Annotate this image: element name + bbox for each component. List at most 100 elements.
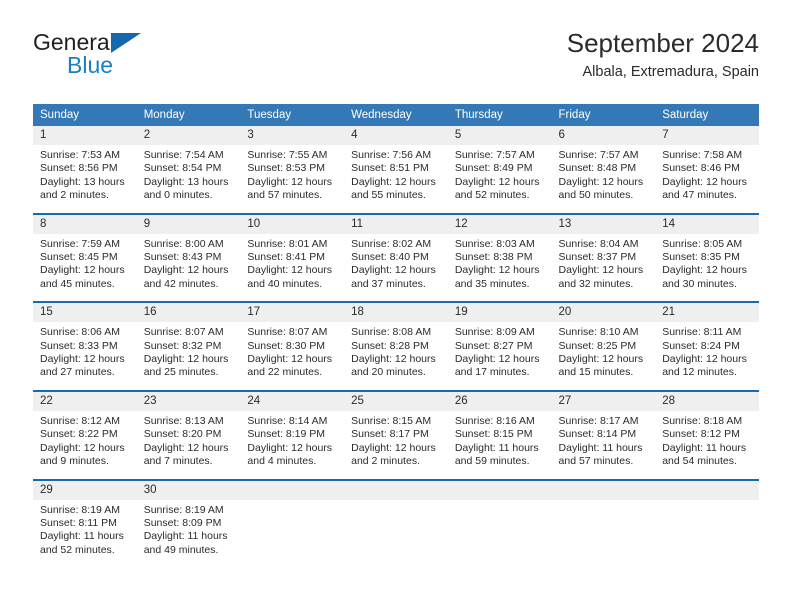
daylight-line-1: Daylight: 12 hours (40, 441, 125, 454)
day-number[interactable]: 16 (136, 303, 241, 323)
sunrise-time: Sunrise: 8:05 AM (662, 237, 743, 250)
day-number[interactable]: 8 (33, 214, 137, 234)
day-cell[interactable]: Sunrise: 8:15 AM Sunset: 8:17 PM Daylight:… (344, 410, 448, 479)
day-cell[interactable]: Sunrise: 8:13 AM Sunset: 8:20 PM Daylight:… (136, 410, 241, 479)
day-number[interactable]: 28 (655, 391, 759, 411)
day-number[interactable]: 20 (551, 303, 656, 323)
daylight-line-2: and 17 minutes. (454, 366, 530, 379)
day-number[interactable]: 2 (136, 126, 241, 145)
day-number[interactable]: 21 (655, 303, 759, 323)
day-cell[interactable]: Sunrise: 8:04 AM Sunset: 8:37 PM Daylight:… (551, 233, 656, 302)
day-number[interactable]: 10 (240, 214, 345, 234)
day-number[interactable]: 5 (447, 126, 552, 145)
day-cell[interactable]: Sunrise: 8:01 AM Sunset: 8:41 PM Daylight:… (240, 233, 345, 302)
day-number[interactable]: 24 (240, 391, 345, 411)
day-cell[interactable]: Sunrise: 8:16 AM Sunset: 8:15 PM Daylight:… (447, 410, 552, 479)
daylight-line-2: and 35 minutes. (454, 277, 530, 290)
day-cell[interactable]: Sunrise: 8:06 AM Sunset: 8:33 PM Daylight:… (33, 322, 137, 390)
day-number[interactable]: 17 (240, 303, 345, 323)
weekday-header-friday: Friday (551, 104, 656, 126)
daylight-line-2: and 50 minutes. (558, 189, 634, 202)
sunset-time: Sunset: 8:32 PM (143, 339, 222, 352)
day-cell[interactable]: Sunrise: 7:59 AM Sunset: 8:45 PM Daylight:… (33, 233, 137, 302)
daylight-line-1: Daylight: 12 hours (662, 264, 747, 277)
day-cell[interactable]: Sunrise: 7:55 AM Sunset: 8:53 PM Daylight:… (240, 145, 345, 213)
sunrise-time: Sunrise: 8:04 AM (558, 237, 639, 250)
day-number[interactable]: 15 (33, 303, 137, 323)
day-cell[interactable]: Sunrise: 8:19 AM Sunset: 8:11 PM Daylight:… (33, 499, 137, 568)
day-number[interactable]: 26 (447, 391, 552, 411)
weekday-header-thursday: Thursday (447, 104, 552, 126)
day-number[interactable]: 30 (136, 480, 241, 500)
day-number[interactable]: 11 (344, 214, 448, 234)
sunset-time: Sunset: 8:54 PM (143, 162, 222, 175)
weekday-header-wednesday: Wednesday (344, 104, 448, 126)
day-number-empty (344, 480, 448, 500)
daylight-line-1: Daylight: 11 hours (40, 530, 124, 543)
day-cell[interactable]: Sunrise: 8:02 AM Sunset: 8:40 PM Daylight:… (344, 233, 448, 302)
day-cell[interactable]: Sunrise: 8:19 AM Sunset: 8:09 PM Daylight:… (136, 499, 241, 568)
day-cell[interactable]: Sunrise: 8:12 AM Sunset: 8:22 PM Daylight:… (33, 410, 137, 479)
daylight-line-1: Daylight: 12 hours (351, 353, 436, 366)
day-number[interactable]: 3 (240, 126, 345, 145)
day-number[interactable]: 1 (33, 126, 137, 145)
day-cell[interactable]: Sunrise: 8:10 AM Sunset: 8:25 PM Daylight:… (551, 322, 656, 390)
day-cell[interactable]: Sunrise: 8:05 AM Sunset: 8:35 PM Daylight:… (655, 233, 759, 302)
daylight-line-1: Daylight: 11 hours (143, 530, 228, 543)
day-cell[interactable]: Sunrise: 8:11 AM Sunset: 8:24 PM Daylight:… (655, 322, 759, 390)
day-number[interactable]: 4 (344, 126, 448, 145)
daylight-line-2: and 2 minutes. (351, 455, 420, 468)
weekday-header-saturday: Saturday (655, 104, 759, 126)
weekday-header-sunday: Sunday (33, 104, 137, 126)
day-cell[interactable]: Sunrise: 8:14 AM Sunset: 8:19 PM Daylight:… (240, 410, 345, 479)
day-number[interactable]: 14 (655, 214, 759, 234)
day-number[interactable]: 27 (551, 391, 656, 411)
day-number[interactable]: 29 (33, 480, 137, 500)
day-number[interactable]: 12 (447, 214, 552, 234)
day-cell-empty (447, 499, 552, 568)
daylight-line-2: and 4 minutes. (247, 455, 317, 468)
daylight-line-2: and 42 minutes. (143, 277, 219, 290)
daylight-line-1: Daylight: 12 hours (247, 175, 333, 188)
daylight-line-2: and 40 minutes. (247, 277, 323, 290)
day-number[interactable]: 19 (447, 303, 552, 323)
day-number[interactable]: 23 (136, 391, 241, 411)
day-number[interactable]: 6 (551, 126, 656, 145)
day-cell[interactable]: Sunrise: 8:17 AM Sunset: 8:14 PM Daylight:… (551, 410, 656, 479)
day-cell[interactable]: Sunrise: 7:56 AM Sunset: 8:51 PM Daylight:… (344, 145, 448, 213)
day-cell[interactable]: Sunrise: 7:57 AM Sunset: 8:48 PM Daylight:… (551, 145, 656, 213)
day-cell[interactable]: Sunrise: 8:03 AM Sunset: 8:38 PM Daylight:… (447, 233, 552, 302)
day-cell[interactable]: Sunrise: 7:58 AM Sunset: 8:46 PM Daylight:… (655, 145, 759, 213)
day-number[interactable]: 25 (344, 391, 448, 411)
day-cell[interactable]: Sunrise: 7:54 AM Sunset: 8:54 PM Daylight:… (136, 145, 241, 213)
day-number[interactable]: 13 (551, 214, 656, 234)
day-number[interactable]: 18 (344, 303, 448, 323)
day-cell[interactable]: Sunrise: 8:08 AM Sunset: 8:28 PM Daylight:… (344, 322, 448, 390)
brand-triangle-icon (111, 33, 141, 53)
day-cell[interactable]: Sunrise: 8:07 AM Sunset: 8:32 PM Daylight:… (136, 322, 241, 390)
day-cell[interactable]: Sunrise: 7:57 AM Sunset: 8:49 PM Daylight:… (447, 145, 552, 213)
day-cell[interactable]: Sunrise: 8:09 AM Sunset: 8:27 PM Daylight:… (447, 322, 552, 390)
week-daynumber-row: 29 30 (33, 480, 759, 500)
daylight-line-1: Daylight: 12 hours (143, 441, 229, 454)
day-number[interactable]: 7 (655, 126, 759, 145)
day-cell[interactable]: Sunrise: 8:18 AM Sunset: 8:12 PM Daylight:… (655, 410, 759, 479)
daylight-line-2: and 57 minutes. (558, 455, 634, 468)
sunrise-time: Sunrise: 7:55 AM (247, 149, 328, 161)
day-number[interactable]: 22 (33, 391, 137, 411)
daylight-line-2: and 2 minutes. (40, 189, 109, 202)
weekday-header-tuesday: Tuesday (240, 104, 345, 126)
day-number[interactable]: 9 (136, 214, 241, 234)
day-cell[interactable]: Sunrise: 7:53 AM Sunset: 8:56 PM Daylight:… (33, 145, 137, 213)
sunrise-time: Sunrise: 8:16 AM (454, 414, 535, 427)
daylight-line-2: and 20 minutes. (351, 366, 426, 379)
week-daynumber-row: 22 23 24 25 26 27 28 (33, 391, 759, 411)
sunset-time: Sunset: 8:53 PM (247, 162, 326, 175)
brand-logo[interactable]: General Blue (33, 30, 173, 78)
day-cell[interactable]: Sunrise: 8:07 AM Sunset: 8:30 PM Daylight:… (240, 322, 345, 390)
daylight-line-1: Daylight: 13 hours (40, 175, 125, 188)
day-cell[interactable]: Sunrise: 8:00 AM Sunset: 8:43 PM Daylight:… (136, 233, 241, 302)
sunset-time: Sunset: 8:24 PM (662, 339, 740, 352)
daylight-line-2: and 15 minutes. (558, 366, 634, 379)
week-daynumber-row: 15 16 17 18 19 20 21 (33, 303, 759, 323)
